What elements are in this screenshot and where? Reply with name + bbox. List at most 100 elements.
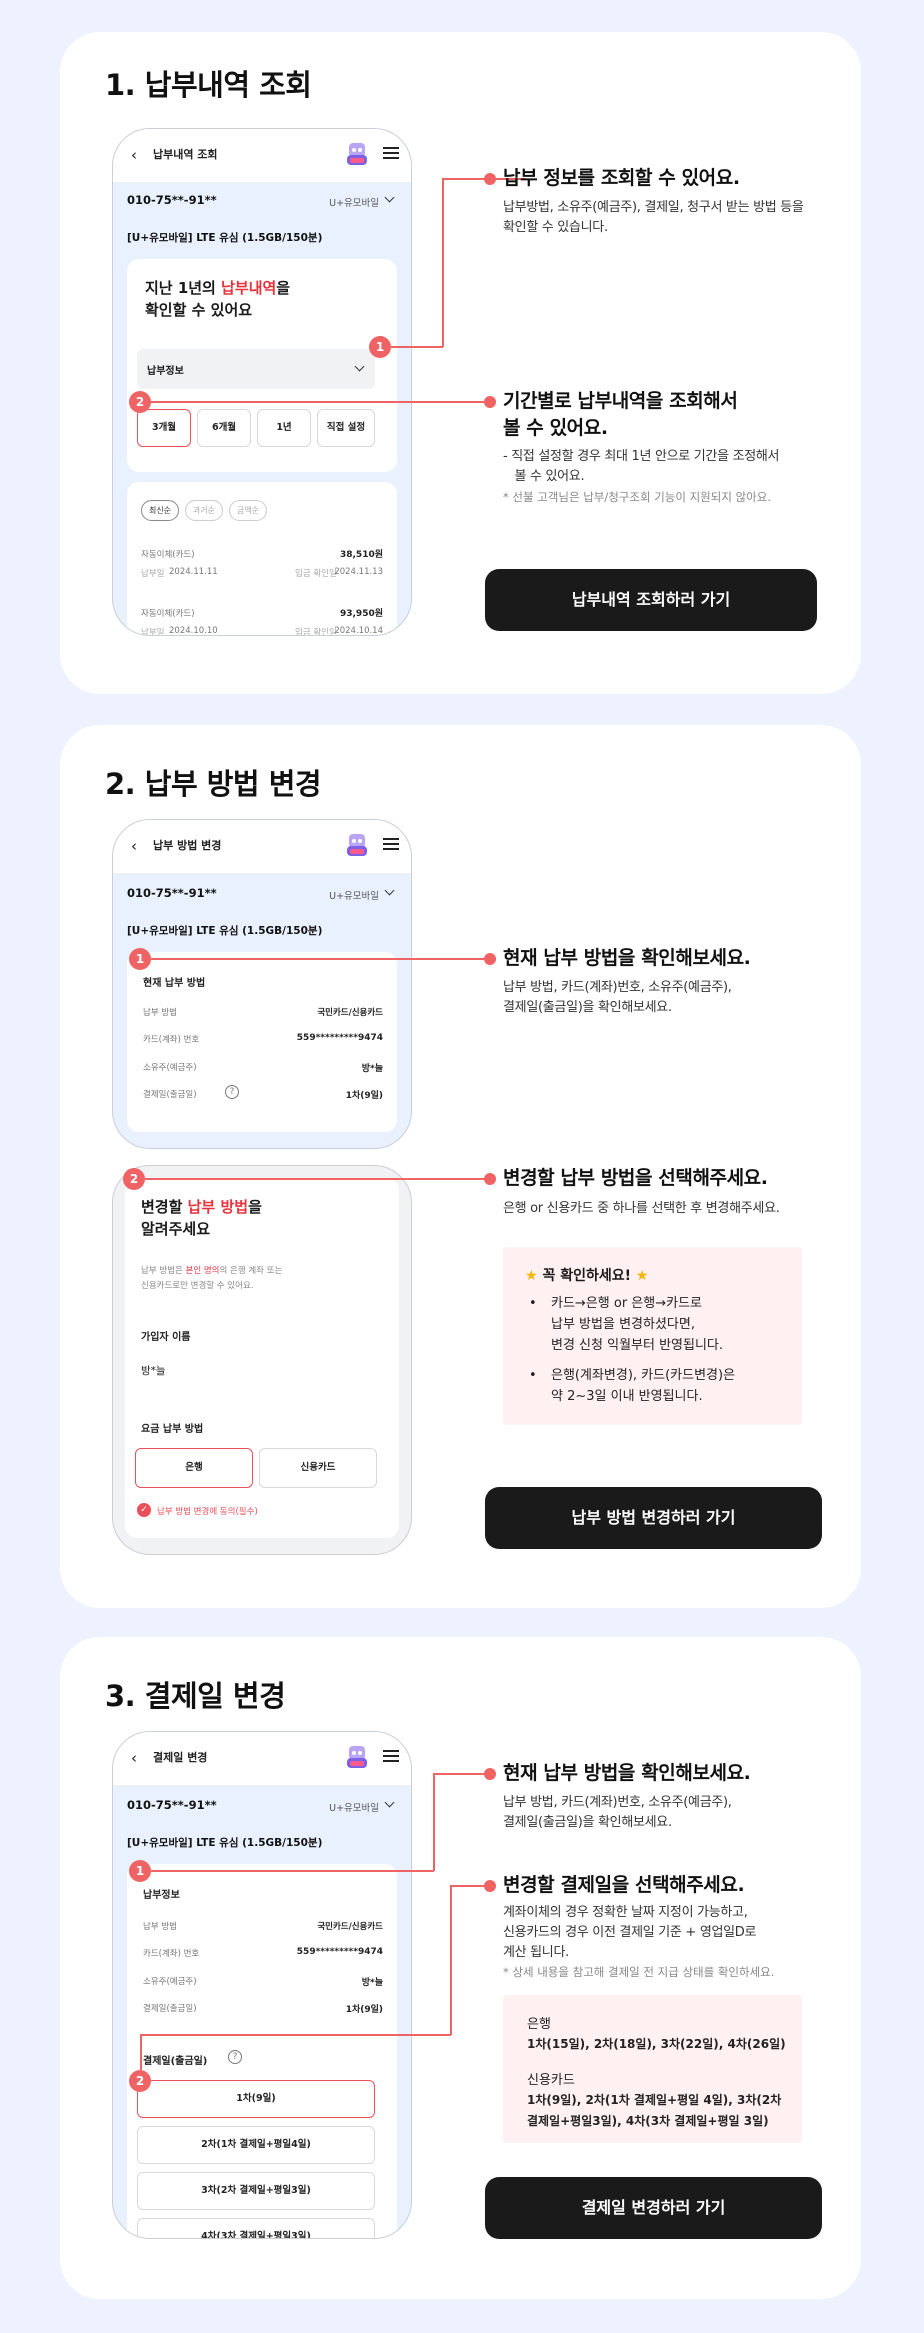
consent-label[interactable]: 납부 방법 변경에 동의(필수) [157,1505,258,1517]
callout-desc: 은행 or 신용카드 중 하나를 선택한 후 변경해주세요. [503,1201,780,1216]
connector-line [442,178,444,347]
help-icon[interactable]: ? [228,2050,242,2064]
payment-method: 자동이체(카드) [141,550,195,560]
callout-dot [484,1768,496,1780]
card-heading: 납부정보 [143,1890,180,1901]
callout-badge-1: 1 [369,336,391,358]
callout-desc: 계좌이체의 경우 정확한 날짜 지정이 가능하고, [503,1905,748,1920]
bank-option-button[interactable]: 은행 [135,1448,253,1488]
sort-amount-chip[interactable]: 금액순 [229,500,267,521]
period-card: 지난 1년의 납부내역을 확인할 수 있어요 납부정보 3개월 6개월 1년 직… [127,259,397,472]
app-header: ‹ 결제일 변경 [113,1732,411,1786]
connector-line [450,1885,452,2035]
phone-mockup: 변경할 납부 방법을 알려주세요 납부 방법은 본인 명의의 은행 계좌 또는 … [112,1165,412,1555]
go-payment-date-button[interactable]: 결제일 변경하러 가기 [485,2177,822,2239]
app-header: ‹ 납부내역 조회 [113,129,411,183]
callout-note: * 선불 고객님은 납부/청구조회 기능이 지원되지 않아요. [503,490,771,504]
notice-title: ★ 꼭 확인하세요! ★ [525,1268,649,1284]
payment-method: 자동이체(카드) [141,609,195,619]
phone-mockup: ‹ 납부내역 조회 010-75**-91** U+유모바일 [U+유모바일] … [112,128,412,636]
connector-line [450,1885,486,1887]
date-option-2[interactable]: 2차(1차 결제일+평일4일) [137,2126,375,2164]
row-value: 방*늘 [361,1064,383,1074]
sort-latest-chip[interactable]: 최신순 [141,500,179,521]
card-heading: 변경할 납부 방법을 알려주세요 [141,1198,262,1238]
callout-dot [484,953,496,965]
date-option-3[interactable]: 3차(2차 결제일+평일3일) [137,2172,375,2210]
bank-label: 은행 [527,2017,551,2032]
period-3months-button[interactable]: 3개월 [137,409,191,447]
info-dropdown[interactable]: 납부정보 [137,349,375,389]
callout-desc: 결제일(출금일)을 확인해보세요. [503,1815,672,1830]
callout-desc: 신용카드의 경우 이전 결제일 기준 + 영업일D로 [503,1925,757,1940]
carrier-select[interactable]: U+유모바일 [329,195,379,209]
section-title: 3. 결제일 변경 [105,1679,286,1713]
chevron-down-icon [384,192,395,203]
date-option-1[interactable]: 1차(9일) [137,2080,375,2118]
chevron-down-icon [354,361,365,372]
row-label: 카드(계좌) 번호 [143,1035,200,1045]
star-icon: ★ [635,1268,649,1284]
phone-mockup: ‹ 납부 방법 변경 010-75**-91** U+유모바일 [U+유모바일]… [112,819,412,1149]
callout-heading: 기간별로 납부내역을 조회해서 [503,390,738,412]
card-desc: 납부 방법은 본인 명의의 은행 계좌 또는 신용카드로만 변경할 수 있어요. [141,1266,283,1291]
sort-oldest-chip[interactable]: 과거순 [185,500,223,521]
callout-badge-2: 2 [129,2070,151,2092]
method-label: 요금 납부 방법 [141,1424,204,1435]
card-schedule: 결제일+평일3일), 4차(3차 결제일+평일 3일) [527,2114,769,2128]
carrier-select[interactable]: U+유모바일 [329,888,379,902]
payment-amount: 93,950원 [339,609,383,619]
callout-desc: 납부 방법, 카드(계좌)번호, 소유주(예금주), [503,980,732,995]
hamburger-menu-icon[interactable] [383,1750,399,1762]
date-change-card: 납부정보 납부 방법 국민카드/신용카드 카드(계좌) 번호 559******… [127,1864,397,2238]
callout-heading: 변경할 납부 방법을 선택해주세요. [503,1167,768,1189]
credit-card-option-button[interactable]: 신용카드 [259,1448,377,1488]
pay-date: 2024.10.10 [169,626,218,636]
card-label: 신용카드 [527,2073,575,2088]
row-label: 납부 방법 [143,1008,177,1018]
change-method-card: 변경할 납부 방법을 알려주세요 납부 방법은 본인 명의의 은행 계좌 또는 … [125,1178,399,1538]
row-value: 국민카드/신용카드 [317,1008,383,1018]
bank-schedule: 1차(15일), 2차(18일), 3차(22일), 4차(26일) [527,2037,786,2051]
callout-dot [484,1173,496,1185]
connector-line [151,958,486,960]
back-arrow-icon[interactable]: ‹ [131,838,147,854]
hamburger-menu-icon[interactable] [383,838,399,850]
back-arrow-icon[interactable]: ‹ [131,147,147,163]
connector-line [433,1773,435,1871]
connector-line [391,346,443,348]
confirm-date: 2024.11.13 [334,567,383,577]
callout-heading: 변경할 결제일을 선택해주세요. [503,1874,745,1896]
row-value: 국민카드/신용카드 [317,1922,383,1932]
screen-title: 납부 방법 변경 [153,839,222,852]
history-card: 최신순 과거순 금액순 자동이체(카드) 38,510원 납부일 2024.11… [127,482,397,636]
phone-number: 010-75**-91** [127,1798,217,1812]
connector-line [140,2034,142,2070]
period-1year-button[interactable]: 1년 [257,409,311,447]
select-label: 결제일(출금일) [143,2056,208,2067]
check-circle-icon[interactable]: ✓ [137,1503,151,1517]
section-title: 1. 납부내역 조회 [105,68,312,102]
go-payment-method-button[interactable]: 납부 방법 변경하러 가기 [485,1487,822,1549]
subscriber-name: 방*늘 [141,1365,166,1377]
go-payment-history-button[interactable]: 납부내역 조회하러 가기 [485,569,817,631]
callout-badge-2: 2 [123,1168,145,1190]
period-custom-button[interactable]: 직접 설정 [317,409,375,447]
character-icon [347,1746,367,1768]
hamburger-menu-icon[interactable] [383,147,399,159]
confirm-date-label: 입금 확인일 [295,628,337,636]
back-arrow-icon[interactable]: ‹ [131,1750,147,1766]
screen-title: 납부내역 조회 [153,148,218,161]
help-icon[interactable]: ? [225,1085,239,1099]
row-label: 결제일(출금일) [143,1090,197,1100]
confirm-date: 2024.10.14 [334,626,383,636]
callout-heading: 현재 납부 방법을 확인해보세요. [503,947,751,969]
period-6months-button[interactable]: 6개월 [197,409,251,447]
callout-heading: 납부 정보를 조회할 수 있어요. [503,167,740,189]
section-payment-method: 2. 납부 방법 변경 ‹ 납부 방법 변경 010-75**-91** U+유… [60,725,861,1608]
character-icon [347,143,367,165]
connector-line [433,1773,486,1775]
carrier-select[interactable]: U+유모바일 [329,1800,379,1814]
row-value: 1차(9일) [345,2005,383,2015]
date-option-4[interactable]: 4차(3차 결제일+평일3일) [137,2218,375,2238]
